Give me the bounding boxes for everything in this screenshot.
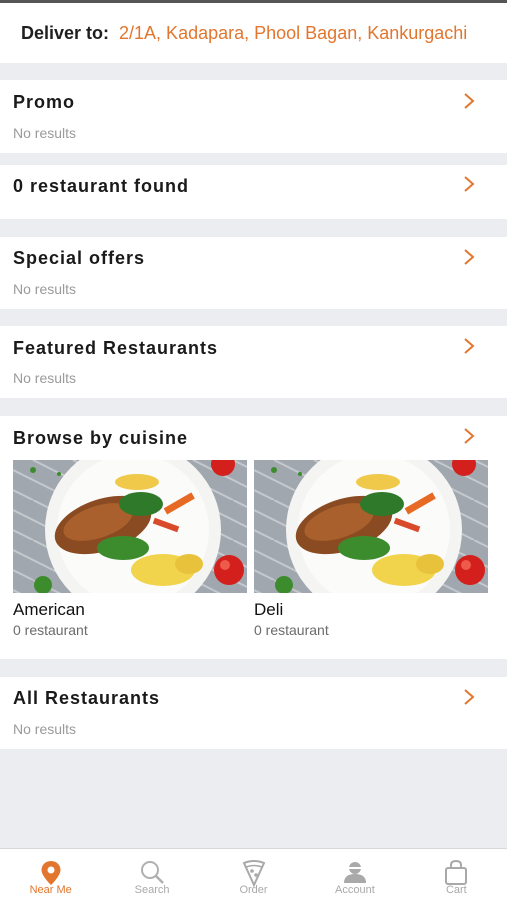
user-icon [343, 862, 366, 883]
cuisine-name: Deli [254, 600, 284, 619]
chevron-right-icon[interactable] [461, 688, 477, 706]
section-restaurant-count[interactable]: 0 restaurant found [0, 165, 507, 219]
section-title: All Restaurants [13, 688, 161, 708]
tab-order[interactable]: Order [203, 849, 304, 900]
section-title: Special offers [13, 248, 146, 268]
bottom-tab-bar: Near Me Search Order Account Cart [0, 848, 507, 900]
delivery-address[interactable]: 2/1A, Kadapara, Phool Bagan, Kankurgachi [119, 23, 479, 44]
chevron-right-icon[interactable] [461, 337, 477, 355]
cuisine-restaurant-count: 0 restaurant [13, 622, 88, 638]
chevron-right-icon[interactable] [461, 248, 477, 266]
section-empty-text: No results [13, 125, 77, 141]
cuisine-name: American [13, 600, 85, 619]
pizza-slice-icon [242, 860, 265, 887]
section-empty-text: No results [13, 721, 77, 737]
cuisine-card-deli[interactable]: Deli 0 restaurant [254, 460, 488, 645]
tab-label: Cart [445, 884, 467, 896]
section-empty-text: No results [13, 281, 77, 297]
shopping-bag-icon [445, 859, 468, 885]
tab-near-me[interactable]: Near Me [0, 849, 101, 900]
chevron-right-icon[interactable] [461, 427, 477, 445]
section-empty-text: No results [13, 370, 77, 386]
deliver-to-bar[interactable]: Deliver to: 2/1A, Kadapara, Phool Bagan,… [0, 3, 507, 63]
deliver-to-label: Deliver to: [21, 22, 110, 43]
cuisine-card-american[interactable]: American 0 restaurant [13, 460, 247, 645]
chevron-right-icon[interactable] [461, 92, 477, 110]
tab-label: Account [335, 884, 375, 896]
section-promo[interactable]: Promo No results [0, 80, 507, 153]
section-featured-restaurants[interactable]: Featured Restaurants No results [0, 326, 507, 398]
cuisine-image [254, 460, 488, 593]
section-browse-by-cuisine: Browse by cuisine American 0 restaurant … [0, 416, 507, 659]
section-title: Promo [13, 92, 76, 112]
tab-label: Order [239, 884, 268, 896]
section-special-offers[interactable]: Special offers No results [0, 237, 507, 309]
cuisine-image [13, 460, 247, 593]
chevron-right-icon[interactable] [461, 175, 477, 193]
section-title: 0 restaurant found [13, 176, 190, 196]
tab-cart[interactable]: Cart [406, 849, 507, 900]
tab-search[interactable]: Search [101, 849, 202, 900]
tab-label: Near Me [29, 884, 72, 896]
section-title: Browse by cuisine [13, 428, 189, 448]
location-pin-icon [41, 861, 61, 885]
search-icon [141, 861, 164, 884]
section-all-restaurants[interactable]: All Restaurants No results [0, 677, 507, 749]
tab-label: Search [134, 884, 170, 896]
cuisine-restaurant-count: 0 restaurant [254, 622, 329, 638]
section-title: Featured Restaurants [13, 338, 219, 358]
tab-account[interactable]: Account [304, 849, 405, 900]
